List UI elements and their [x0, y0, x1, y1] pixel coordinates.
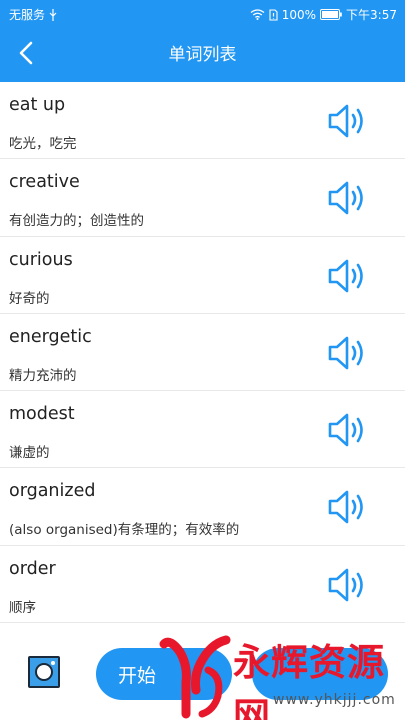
word-english: creative	[9, 172, 80, 193]
speaker-icon[interactable]	[326, 334, 368, 372]
word-row[interactable]: organized (also organised)有条理的；有效率的	[0, 468, 405, 546]
start-button-label: 开始	[118, 664, 157, 687]
word-english: modest	[9, 404, 75, 425]
sim-icon	[269, 8, 278, 21]
word-row[interactable]: creative 有创造力的；创造性的	[0, 159, 405, 237]
speaker-icon[interactable]	[326, 257, 368, 295]
bottom-bar: 开始	[0, 623, 405, 720]
speaker-icon[interactable]	[326, 488, 368, 526]
app-bar: 单词列表	[0, 29, 405, 82]
page-title: 单词列表	[168, 45, 237, 65]
word-list: eat up 吃光，吃完 creative 有创造力的；创造性的 curious…	[0, 82, 405, 624]
word-chinese: 有创造力的；创造性的	[9, 213, 144, 230]
word-chinese: (also organised)有条理的；有效率的	[9, 522, 240, 539]
speaker-icon[interactable]	[326, 102, 368, 140]
speaker-icon[interactable]	[326, 411, 368, 449]
word-english: energetic	[9, 326, 92, 347]
word-row[interactable]: curious 好奇的	[0, 237, 405, 314]
word-chinese: 谦虚的	[9, 445, 50, 462]
word-english: eat up	[9, 95, 66, 115]
carrier-text: 无服务	[9, 8, 46, 22]
start-button[interactable]: 开始	[96, 648, 232, 700]
word-chinese: 顺序	[9, 599, 36, 616]
word-chinese: 精力充沛的	[9, 367, 77, 384]
status-bar: 无服务 100% 下午3:57	[0, 0, 405, 29]
word-row[interactable]: order 顺序	[0, 546, 405, 624]
secondary-button[interactable]	[252, 648, 388, 700]
word-english: curious	[9, 249, 73, 270]
word-chinese: 吃光，吃完	[9, 136, 77, 152]
word-english: order	[9, 558, 56, 579]
word-row[interactable]: eat up 吃光，吃完	[0, 82, 405, 160]
word-english: organized	[9, 481, 96, 502]
word-row[interactable]: modest 谦虚的	[0, 391, 405, 469]
camera-button[interactable]	[28, 656, 60, 688]
speaker-icon[interactable]	[326, 179, 368, 217]
clock: 下午3:57	[346, 8, 397, 22]
wifi-icon	[250, 9, 265, 20]
battery-icon	[320, 9, 342, 20]
word-row[interactable]: energetic 精力充沛的	[0, 314, 405, 392]
speaker-icon[interactable]	[326, 566, 368, 604]
battery-percent: 100%	[281, 7, 317, 22]
word-chinese: 好奇的	[9, 290, 50, 307]
usb-icon	[49, 8, 57, 21]
